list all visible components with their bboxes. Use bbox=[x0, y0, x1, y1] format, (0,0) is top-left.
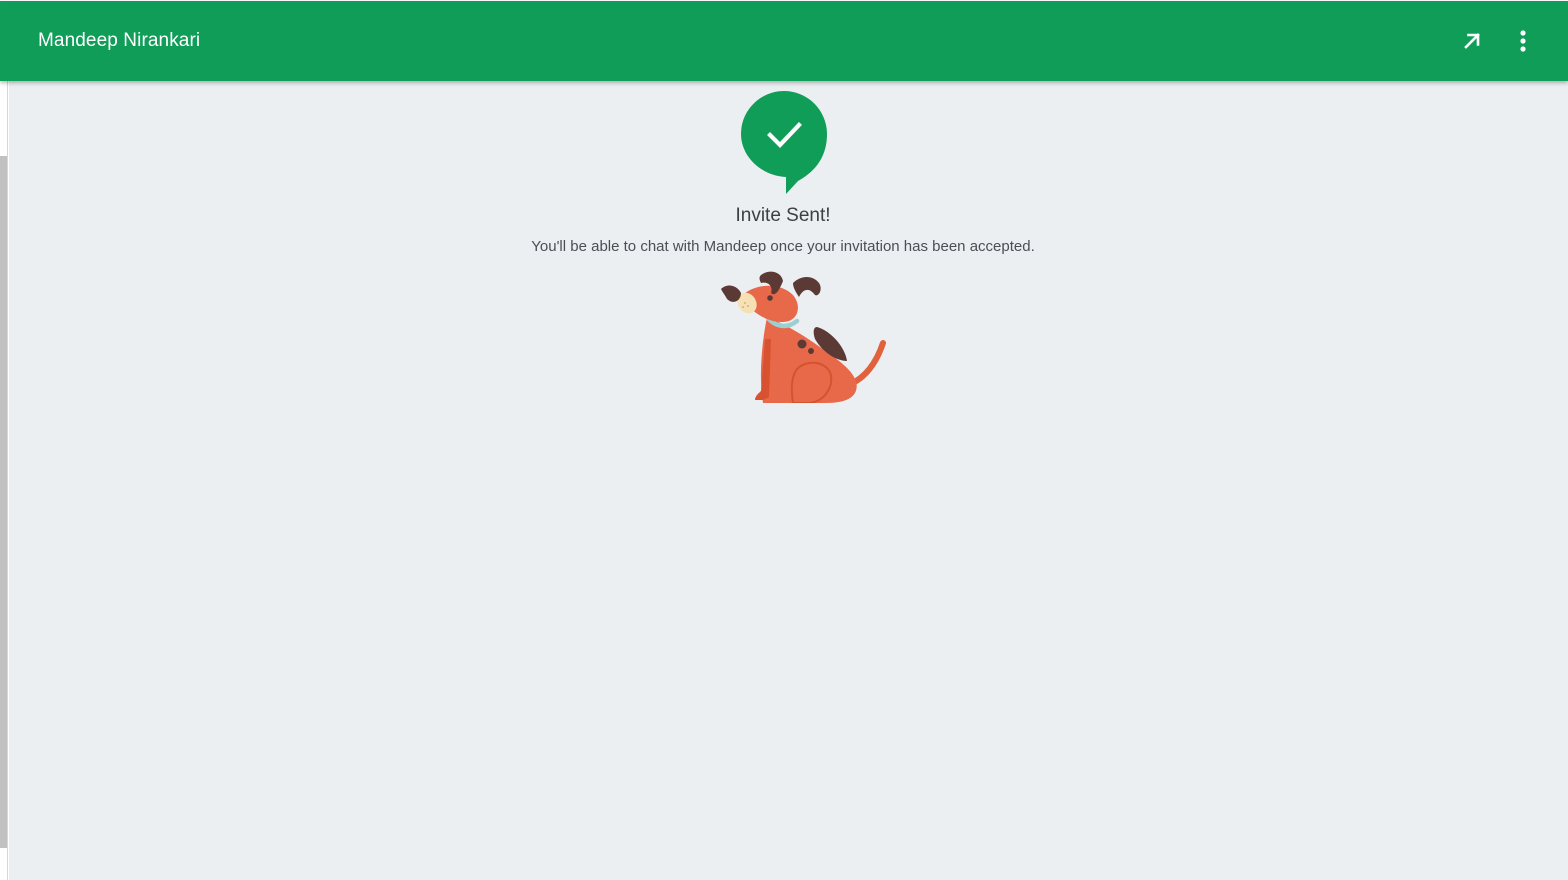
contact-name: Mandeep Nirankari bbox=[38, 30, 201, 51]
popout-icon bbox=[1464, 33, 1480, 49]
invite-panel: Invite Sent! You'll be able to chat with… bbox=[9, 81, 1568, 880]
check-speech-bubble-icon bbox=[741, 91, 827, 194]
invite-sent-message: You'll be able to chat with Mandeep once… bbox=[531, 238, 1035, 255]
more-vert-icon bbox=[1520, 30, 1526, 52]
chat-header: Mandeep Nirankari bbox=[0, 1, 1568, 81]
popout-button[interactable] bbox=[1452, 21, 1492, 61]
panel-divider bbox=[7, 81, 8, 880]
more-options-button[interactable] bbox=[1503, 21, 1543, 61]
invite-sent-title: Invite Sent! bbox=[735, 205, 831, 226]
sitting-dog-illustration bbox=[721, 271, 886, 403]
chat-window: Mandeep Nirankari Invite Sent! You'll be… bbox=[0, 0, 1568, 880]
